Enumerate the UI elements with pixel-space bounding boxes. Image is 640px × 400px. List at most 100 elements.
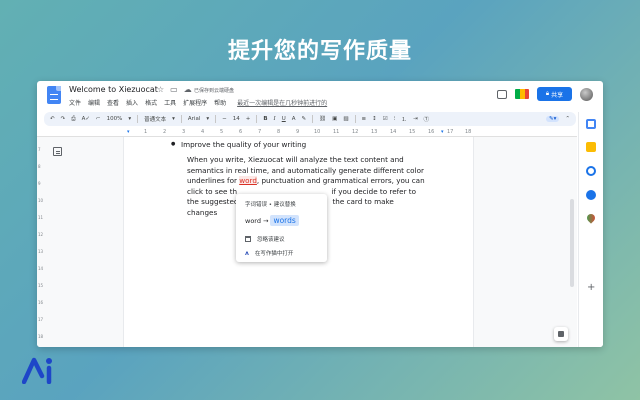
ruler-tick: 14	[38, 266, 44, 271]
undo-icon[interactable]: ↶	[50, 116, 55, 122]
ruler-tick: 17	[447, 129, 454, 135]
right-indent-marker-icon[interactable]: ▾	[441, 129, 444, 135]
docs-window: Welcome to Xiezuocat ☆ ▭ ☁ 已保存到云端硬盘 文件 编…	[37, 81, 603, 347]
share-button-label: 共享	[551, 91, 564, 99]
explore-button[interactable]	[554, 327, 568, 341]
xiezuocat-brand-logo	[22, 357, 52, 384]
paragraph-text: the card to make	[332, 197, 394, 207]
docs-logo-icon[interactable]	[47, 86, 61, 104]
paragraph-text: changes	[187, 207, 218, 217]
add-addon-icon[interactable]: +	[587, 283, 595, 293]
ruler-tick: 15	[409, 129, 416, 135]
font-select[interactable]: Arial	[188, 116, 200, 122]
menu-extensions[interactable]: 扩展程序	[183, 98, 207, 107]
open-in-xiezuocat-button[interactable]: ʌ 在写作猫中打开	[245, 249, 294, 258]
underline-button[interactable]: U	[282, 116, 286, 122]
move-folder-icon[interactable]: ▭	[170, 85, 178, 94]
checklist-icon[interactable]: ☑	[383, 116, 388, 122]
numbered-list-icon[interactable]: ⒈	[401, 115, 407, 123]
font-size-input[interactable]: 14	[233, 116, 240, 122]
ruler-tick: 6	[239, 129, 243, 135]
ruler-tick: 8	[38, 164, 41, 169]
link-icon[interactable]: ⛓	[319, 116, 326, 122]
editing-mode-pen-icon[interactable]: ✎▾	[546, 116, 560, 122]
align-icon[interactable]: ≡	[362, 116, 367, 122]
print-icon[interactable]: ⎙	[71, 116, 75, 123]
menu-help[interactable]: 帮助	[214, 98, 226, 107]
title-icons: ☆ ▭ ☁	[157, 85, 192, 94]
image-icon[interactable]: ▨	[343, 116, 348, 122]
card-header: 字词错误 • 建议替换	[245, 202, 296, 208]
share-button[interactable]: 🔒︎ 共享	[537, 87, 572, 101]
italic-button[interactable]: I	[274, 116, 276, 122]
ruler-tick: 18	[465, 129, 472, 135]
redo-icon[interactable]: ↷	[61, 116, 66, 122]
ruler-tick: 3	[182, 129, 186, 135]
ruler-tick: 16	[428, 129, 435, 135]
ruler-tick: 13	[38, 249, 44, 254]
tasks-icon[interactable]	[586, 166, 596, 176]
save-status: 已保存到云端硬盘	[194, 88, 235, 94]
indent-marker-icon[interactable]: ▾	[127, 129, 130, 135]
contacts-icon[interactable]	[586, 190, 596, 200]
keep-icon[interactable]	[586, 142, 596, 152]
ruler-tick: 7	[38, 147, 41, 152]
ruler-tick: 8	[277, 129, 281, 135]
paint-format-icon[interactable]: ⌐	[96, 116, 101, 122]
font-size-decrease-icon[interactable]: −	[222, 116, 227, 122]
scrollbar-thumb[interactable]	[570, 199, 574, 287]
highlight-icon[interactable]: ✎	[302, 116, 307, 122]
original-word: word	[245, 216, 261, 225]
line-spacing-icon[interactable]: ↕	[372, 116, 377, 122]
indent-icon[interactable]: ⇥	[413, 116, 418, 122]
avatar[interactable]	[580, 87, 593, 101]
ignore-suggestion-button[interactable]: 忽略该建议	[245, 235, 285, 243]
comment-add-icon[interactable]: ▣	[332, 116, 337, 122]
collapse-toolbar-icon[interactable]: ⌃	[565, 116, 570, 122]
last-edit-link[interactable]: 最近一次编辑是在几秒钟前进行的	[237, 98, 327, 107]
calendar-icon[interactable]	[586, 119, 596, 129]
menu-insert[interactable]: 插入	[126, 98, 138, 107]
lock-icon: 🔒︎	[545, 90, 550, 97]
menu-tools[interactable]: 工具	[164, 98, 176, 107]
ruler-tick: 1	[144, 129, 148, 135]
bold-button[interactable]: B	[263, 116, 267, 122]
style-select[interactable]: 普通文本	[144, 115, 166, 123]
text-color-button[interactable]: A	[292, 116, 296, 122]
error-word[interactable]: word	[239, 176, 257, 186]
toolbar: ↶ ↷ ⎙ A✓ ⌐ 100% ▾ 普通文本 ▾ Arial ▾ − 14 + …	[44, 112, 576, 126]
header-actions: 🔒︎ 共享	[497, 87, 593, 101]
ruler-tick: 11	[333, 129, 340, 135]
ruler-tick: 12	[352, 129, 359, 135]
open-label: 在写作猫中打开	[254, 251, 294, 257]
menu-view[interactable]: 查看	[107, 98, 119, 107]
clear-format-icon[interactable]: Ⓣ	[424, 115, 430, 123]
menu-file[interactable]: 文件	[69, 98, 81, 107]
xiezuocat-logo-icon: ʌ	[245, 249, 249, 257]
suggestion-chip[interactable]: words	[270, 215, 299, 226]
ruler-tick: 18	[38, 334, 44, 339]
trash-icon	[245, 236, 251, 242]
maps-icon[interactable]	[585, 212, 597, 224]
card-correction: word → words	[245, 215, 299, 226]
menu-edit[interactable]: 编辑	[88, 98, 100, 107]
star-icon[interactable]: ☆	[157, 85, 164, 94]
headline: 提升您的写作质量	[227, 39, 412, 64]
zoom-select[interactable]: 100%	[107, 116, 123, 122]
ruler-tick: 9	[296, 129, 300, 135]
document-outline-icon[interactable]	[53, 147, 62, 156]
ruler-tick: 15	[38, 283, 44, 288]
comment-history-icon[interactable]	[497, 89, 507, 99]
chevron-down-icon: ▾	[172, 116, 175, 122]
ruler-tick: 14	[390, 129, 397, 135]
spellcheck-icon[interactable]: A✓	[82, 116, 90, 122]
menu-format[interactable]: 格式	[145, 98, 157, 107]
meet-icon[interactable]	[515, 89, 529, 99]
suggestion-card: 字词错误 • 建议替换 word → words 忽略该建议 ʌ 在写作猫中打开	[236, 194, 327, 262]
bullet-list-icon[interactable]: ⁝	[394, 116, 396, 122]
font-size-increase-icon[interactable]: +	[246, 116, 251, 122]
cloud-status-icon[interactable]: ☁	[184, 85, 192, 94]
ruler-tick: 2	[163, 129, 167, 135]
doc-title[interactable]: Welcome to Xiezuocat	[69, 85, 158, 94]
paragraph-text: if you decide to refer to	[331, 186, 417, 196]
